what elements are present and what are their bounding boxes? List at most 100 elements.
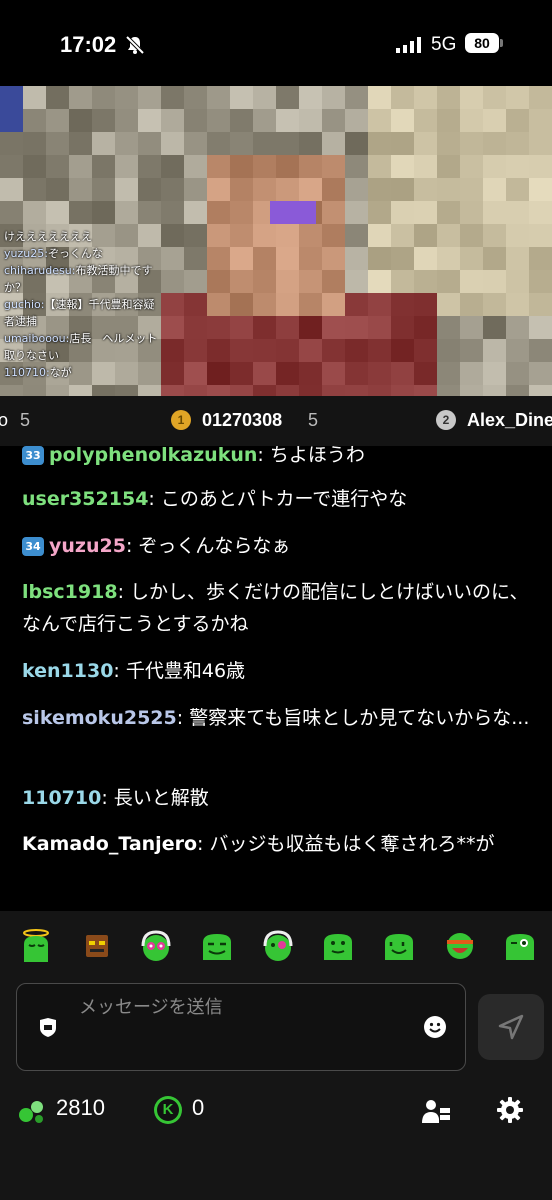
rank-left-fragment: o	[0, 410, 9, 430]
chat-username[interactable]: user352154	[22, 488, 148, 510]
mosaic-tile	[184, 109, 207, 132]
mosaic-tile	[391, 316, 414, 339]
mosaic-tile	[230, 339, 253, 362]
mosaic-tile	[299, 293, 322, 316]
mosaic-tile	[529, 109, 552, 132]
mosaic-tile	[46, 132, 69, 155]
laugh-emote-icon[interactable]	[442, 928, 478, 964]
grin-emote-icon[interactable]	[199, 928, 235, 964]
mosaic-tile	[460, 178, 483, 201]
mosaic-tile	[460, 155, 483, 178]
mosaic-tile	[138, 86, 161, 109]
wink-emote-icon[interactable]	[502, 928, 538, 964]
mosaic-tile	[161, 201, 184, 224]
battery-tip	[500, 39, 503, 47]
mosaic-tile	[23, 178, 46, 201]
mosaic-tile	[207, 339, 230, 362]
chat-username[interactable]: sikemoku2525	[22, 707, 177, 729]
mosaic-tile	[0, 201, 23, 224]
mosaic-tile	[0, 155, 23, 178]
rank-left-count: 5	[20, 410, 31, 430]
mosaic-tile	[437, 178, 460, 201]
angel-emote-icon[interactable]	[18, 928, 54, 964]
mosaic-tile	[230, 316, 253, 339]
chat-list[interactable]: 33 polyphenolkazukun: ちよほうわ user352154: こ…	[0, 446, 552, 911]
block-emote-icon[interactable]	[79, 928, 115, 964]
mosaic-tile	[207, 385, 230, 396]
badge-shield-icon[interactable]	[37, 1016, 59, 1038]
mosaic-tile	[23, 155, 46, 178]
mosaic-tile	[460, 224, 483, 247]
mosaic-tile	[207, 362, 230, 385]
mosaic-tile	[230, 385, 253, 396]
smile-emote-icon[interactable]	[381, 928, 417, 964]
mosaic-tile	[506, 178, 529, 201]
rank-second-name[interactable]: Alex_Dine	[467, 410, 552, 431]
mosaic-tile	[368, 201, 391, 224]
mosaic-tile	[460, 270, 483, 293]
mosaic-tile	[230, 293, 253, 316]
mosaic-tile	[69, 132, 92, 155]
mosaic-tile	[368, 224, 391, 247]
headset-emote-icon[interactable]	[260, 928, 296, 964]
mosaic-tile	[483, 155, 506, 178]
mosaic-tile	[483, 247, 506, 270]
ranking-strip[interactable]: o 5 1 01270308 5 2 Alex_Dine	[0, 396, 552, 446]
mosaic-tile	[391, 132, 414, 155]
headphones-emote-icon[interactable]	[138, 928, 174, 964]
rank-first-name[interactable]: 01270308	[202, 410, 282, 431]
mosaic-tile	[368, 385, 391, 396]
chat-username[interactable]: polyphenolkazukun	[49, 446, 257, 466]
mosaic-tile	[253, 339, 276, 362]
mosaic-tile	[46, 385, 69, 396]
mosaic-tile	[299, 224, 322, 247]
mosaic-tile	[138, 109, 161, 132]
chat-username[interactable]: yuzu25	[49, 535, 126, 557]
mosaic-tile	[322, 178, 345, 201]
mosaic-tile	[253, 86, 276, 109]
mosaic-tile	[276, 109, 299, 132]
message-input[interactable]	[77, 992, 401, 1022]
mosaic-tile	[322, 201, 345, 224]
chat-username[interactable]: ken1130	[22, 660, 113, 682]
mosaic-tile	[46, 178, 69, 201]
mosaic-tile	[230, 247, 253, 270]
people-icon[interactable]	[421, 1097, 451, 1125]
mosaic-tile	[276, 155, 299, 178]
video-player[interactable]: けえええええええ yuzu25:ぞっくんな chiharudesu:布教活動中で…	[0, 86, 552, 396]
mosaic-tile	[506, 385, 529, 396]
chat-username[interactable]: Kamado_Tanjero	[22, 833, 197, 855]
mosaic-tile	[92, 109, 115, 132]
silver-medal-icon: 2	[436, 410, 456, 430]
chat-username[interactable]: 110710	[22, 787, 101, 809]
mosaic-tile	[391, 224, 414, 247]
k-coin-icon[interactable]: K	[154, 1096, 182, 1124]
send-button[interactable]	[478, 994, 544, 1060]
chat-username[interactable]: lbsc1918	[22, 581, 118, 603]
mosaic-tile	[506, 362, 529, 385]
mosaic-tile	[184, 178, 207, 201]
chat-text: ちよほうわ	[269, 446, 365, 466]
battery-level: 80	[465, 33, 499, 53]
mosaic-tile	[483, 293, 506, 316]
chat-text: 警察来ても旨味としか見てないからな...	[189, 707, 530, 729]
points-icon[interactable]	[18, 1097, 46, 1125]
smiley-icon[interactable]	[423, 1015, 447, 1039]
mosaic-tile	[207, 270, 230, 293]
message-input-box[interactable]	[16, 983, 466, 1071]
blob-emote-icon[interactable]	[320, 928, 356, 964]
mosaic-tile	[391, 293, 414, 316]
gear-icon[interactable]	[496, 1096, 524, 1124]
mosaic-tile	[184, 132, 207, 155]
mosaic-tile	[483, 224, 506, 247]
mosaic-tile	[437, 132, 460, 155]
mosaic-tile	[0, 132, 23, 155]
mosaic-tile	[414, 247, 437, 270]
mosaic-tile	[184, 362, 207, 385]
mosaic-tile	[276, 178, 299, 201]
mosaic-tile	[207, 109, 230, 132]
subscriber-badge: 34	[22, 537, 44, 556]
k-coin-letter: K	[157, 1099, 179, 1121]
mosaic-tile	[23, 132, 46, 155]
mosaic-tile	[69, 109, 92, 132]
